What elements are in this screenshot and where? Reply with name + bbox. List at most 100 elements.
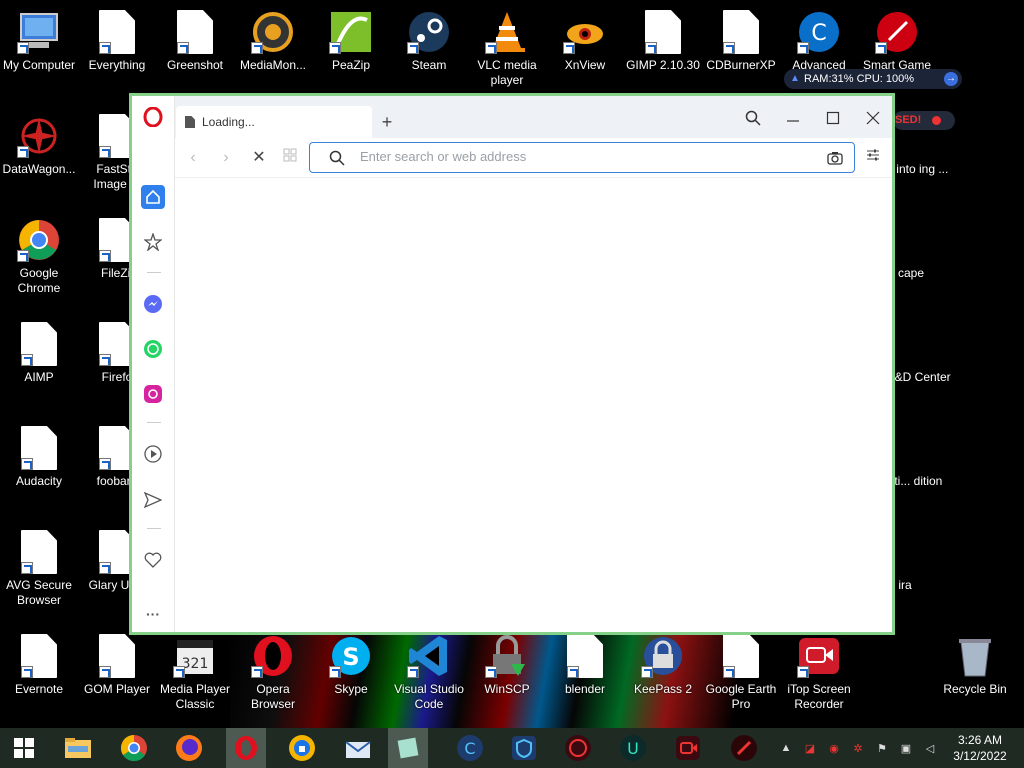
desktop-icon-media-player-classic[interactable]: 321 Media Player Classic xyxy=(156,624,234,712)
sidebar-divider xyxy=(147,528,161,529)
desktop-icon-recycle-bin[interactable]: Recycle Bin xyxy=(936,624,1014,697)
camera-snapshot-icon[interactable] xyxy=(827,150,843,171)
file-explorer-icon[interactable] xyxy=(62,732,94,764)
address-bar[interactable] xyxy=(309,142,855,173)
forward-button[interactable]: › xyxy=(216,148,236,168)
tray-volume-muted-icon[interactable]: ◁ xyxy=(922,740,938,756)
desktop-icon-steam[interactable]: Steam xyxy=(390,0,468,73)
desktop-icon-evernote[interactable]: Evernote xyxy=(0,624,78,697)
stop-loading-button[interactable]: ✕ xyxy=(249,148,269,168)
tab-title: Loading... xyxy=(202,115,255,129)
icon-label: WinSCP xyxy=(484,682,530,696)
messenger-icon[interactable] xyxy=(141,292,165,316)
taskbar-clock[interactable]: 3:26 AM 3/12/2022 xyxy=(952,732,1008,764)
tray-network-icon[interactable]: ▣ xyxy=(898,740,914,756)
keepass-lock-icon xyxy=(641,634,685,678)
tray-recorder-icon[interactable]: ◉ xyxy=(826,740,842,756)
desktop-icon-cdburnerxp[interactable]: CDBurnerXP xyxy=(702,0,780,73)
icon-label: My Computer xyxy=(2,58,76,72)
firefox-taskbar-icon[interactable] xyxy=(173,732,205,764)
advanced-systemcare-taskbar-icon[interactable]: C xyxy=(454,732,486,764)
icon-label: KeePass 2 xyxy=(633,682,693,696)
desktop-icon-vlc[interactable]: VLC media player xyxy=(468,0,546,88)
player-icon[interactable] xyxy=(141,442,165,466)
tray-chevron-up-icon[interactable]: ▲ xyxy=(778,740,794,756)
desktop-icon-mediamonkey[interactable]: MediaMon... xyxy=(234,0,312,73)
search-tabs-icon[interactable] xyxy=(741,106,765,130)
desktop-icon-vscode[interactable]: Visual Studio Code xyxy=(390,624,468,712)
smart-game-booster-icon xyxy=(875,10,919,54)
send-flow-icon[interactable] xyxy=(141,488,165,512)
maximize-button[interactable] xyxy=(821,106,845,130)
game-booster-taskbar-icon[interactable] xyxy=(562,732,594,764)
navigation-bar: ‹ › ✕ xyxy=(175,138,892,178)
document-icon xyxy=(645,10,681,54)
shield-taskbar-icon[interactable] xyxy=(508,732,540,764)
close-button[interactable] xyxy=(861,106,885,130)
desktop-icon-itop-screen-recorder[interactable]: iTop Screen Recorder xyxy=(780,624,858,712)
desktop-icon-gimp[interactable]: GIMP 2.10.30 xyxy=(624,0,702,73)
desktop-icon-google-earth-pro[interactable]: Google Earth Pro xyxy=(702,624,780,712)
icon-label: blender xyxy=(564,682,606,696)
desktop-icon-my-computer[interactable]: My Computer xyxy=(0,0,78,73)
tab-loading[interactable]: Loading... xyxy=(176,106,372,138)
screen-recorder-taskbar-icon[interactable] xyxy=(672,732,704,764)
icon-label: AVG Secure Browser xyxy=(6,578,72,607)
tray-app-icon[interactable]: ◪ xyxy=(802,740,818,756)
home-icon[interactable] xyxy=(141,185,165,209)
desktop-icon-audacity[interactable]: Audacity xyxy=(0,416,78,489)
recording-status-widget[interactable]: SED! xyxy=(893,111,955,130)
browser-shield-taskbar-icon[interactable] xyxy=(286,732,318,764)
system-monitor-widget[interactable]: ▲ RAM:31% CPU: 100% → xyxy=(784,69,962,89)
icon-label: DataWagon... xyxy=(2,162,76,176)
page-content[interactable] xyxy=(175,178,892,632)
skype-icon: S xyxy=(329,634,373,678)
whatsapp-icon[interactable] xyxy=(141,337,165,361)
easy-setup-icon[interactable] xyxy=(863,148,883,168)
new-tab-button[interactable]: + xyxy=(379,112,395,133)
tray-booster-icon[interactable]: ✲ xyxy=(850,740,866,756)
opera-browser-window[interactable]: ··· Loading... + ‹ › ✕ xyxy=(129,93,895,635)
notes-taskbar-icon[interactable] xyxy=(388,728,428,768)
icon-label: GIMP 2.10.30 xyxy=(626,58,700,72)
address-input[interactable] xyxy=(360,149,800,164)
icon-label: Google Chrome xyxy=(17,266,61,295)
desktop-icon-google-chrome[interactable]: Google Chrome xyxy=(0,208,78,296)
desktop-icon-smart-game[interactable]: Smart Game xyxy=(858,0,936,73)
desktop-icon-xnview[interactable]: XnView xyxy=(546,0,624,73)
desktop-icon-peazip[interactable]: PeaZip xyxy=(312,0,390,73)
tray-flag-icon[interactable]: ⚑ xyxy=(874,740,890,756)
desktop-icon-datawagon[interactable]: DataWagon... xyxy=(0,104,78,177)
speed-dial-grid-icon[interactable] xyxy=(280,148,300,168)
opera-logo-icon[interactable] xyxy=(141,105,165,129)
windows-start-icon[interactable] xyxy=(8,732,40,764)
back-button[interactable]: ‹ xyxy=(183,148,203,168)
icon-label: Skype xyxy=(334,682,368,696)
desktop-icon-opera-browser[interactable]: Opera Browser xyxy=(234,624,312,712)
smart-game-taskbar-icon[interactable] xyxy=(728,732,760,764)
chrome-icon xyxy=(17,218,61,262)
opera-taskbar-icon[interactable] xyxy=(226,728,266,768)
more-options-icon[interactable]: ··· xyxy=(141,602,165,626)
taskbar: C U ▲ ◪ ◉ ✲ ⚑ ▣ ◁ 3:26 AM 3/12/2022 xyxy=(0,728,1024,768)
sysmon-text: RAM:31% CPU: 100% xyxy=(804,73,915,85)
desktop-icon-greenshot[interactable]: Greenshot xyxy=(156,0,234,73)
desktop-icon-everything[interactable]: Everything xyxy=(78,0,156,73)
mail-taskbar-icon[interactable] xyxy=(342,732,374,764)
heart-icon[interactable] xyxy=(141,548,165,572)
minimize-button[interactable] xyxy=(781,106,805,130)
star-bookmarks-icon[interactable] xyxy=(141,230,165,254)
desktop-icon-aimp[interactable]: AIMP xyxy=(0,312,78,385)
document-icon xyxy=(723,634,759,678)
icon-label: Greenshot xyxy=(166,58,224,72)
uninstaller-taskbar-icon[interactable]: U xyxy=(617,732,649,764)
document-icon xyxy=(177,10,213,54)
icon-label: AIMP xyxy=(24,370,54,384)
chrome-taskbar-icon[interactable] xyxy=(118,732,150,764)
arrow-right-icon[interactable]: → xyxy=(944,72,958,86)
desktop-icon-avg-secure-browser[interactable]: AVG Secure Browser xyxy=(0,520,78,608)
instagram-icon[interactable] xyxy=(141,382,165,406)
vscode-icon xyxy=(407,634,451,678)
document-icon xyxy=(99,634,135,678)
desktop-icon-advanced[interactable]: C Advanced xyxy=(780,0,858,73)
